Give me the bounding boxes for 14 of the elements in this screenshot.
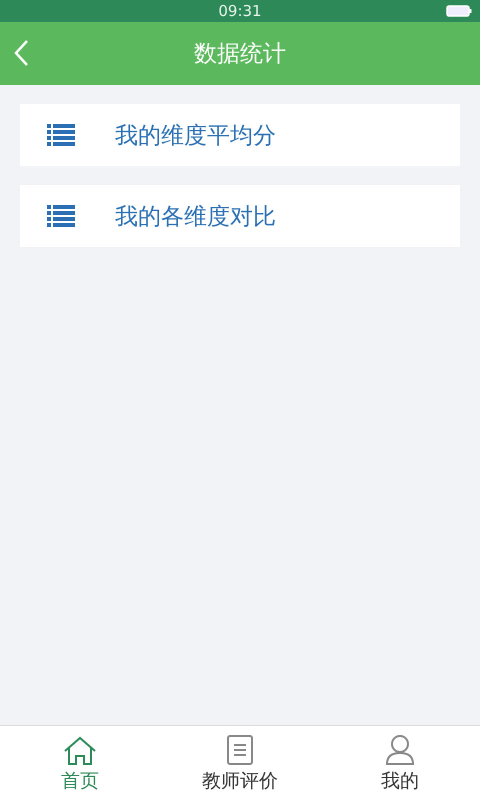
back-icon[interactable] [13, 39, 29, 67]
list-icon [47, 124, 75, 146]
home-icon [63, 736, 97, 766]
tab[interactable]: 首页 [0, 726, 160, 800]
page-title: 数据统计 [194, 40, 286, 69]
menu-item[interactable]: 我的维度平均分 [20, 104, 460, 166]
battery-icon [446, 5, 472, 17]
menu-item[interactable]: 我的各维度对比 [20, 185, 460, 247]
document-icon [226, 734, 254, 766]
status-time: 09:31 [218, 2, 262, 20]
list-icon [47, 205, 75, 227]
tab[interactable]: 教师评价 [160, 726, 320, 800]
tab[interactable]: 我的 [320, 726, 480, 800]
person-icon [385, 734, 415, 766]
